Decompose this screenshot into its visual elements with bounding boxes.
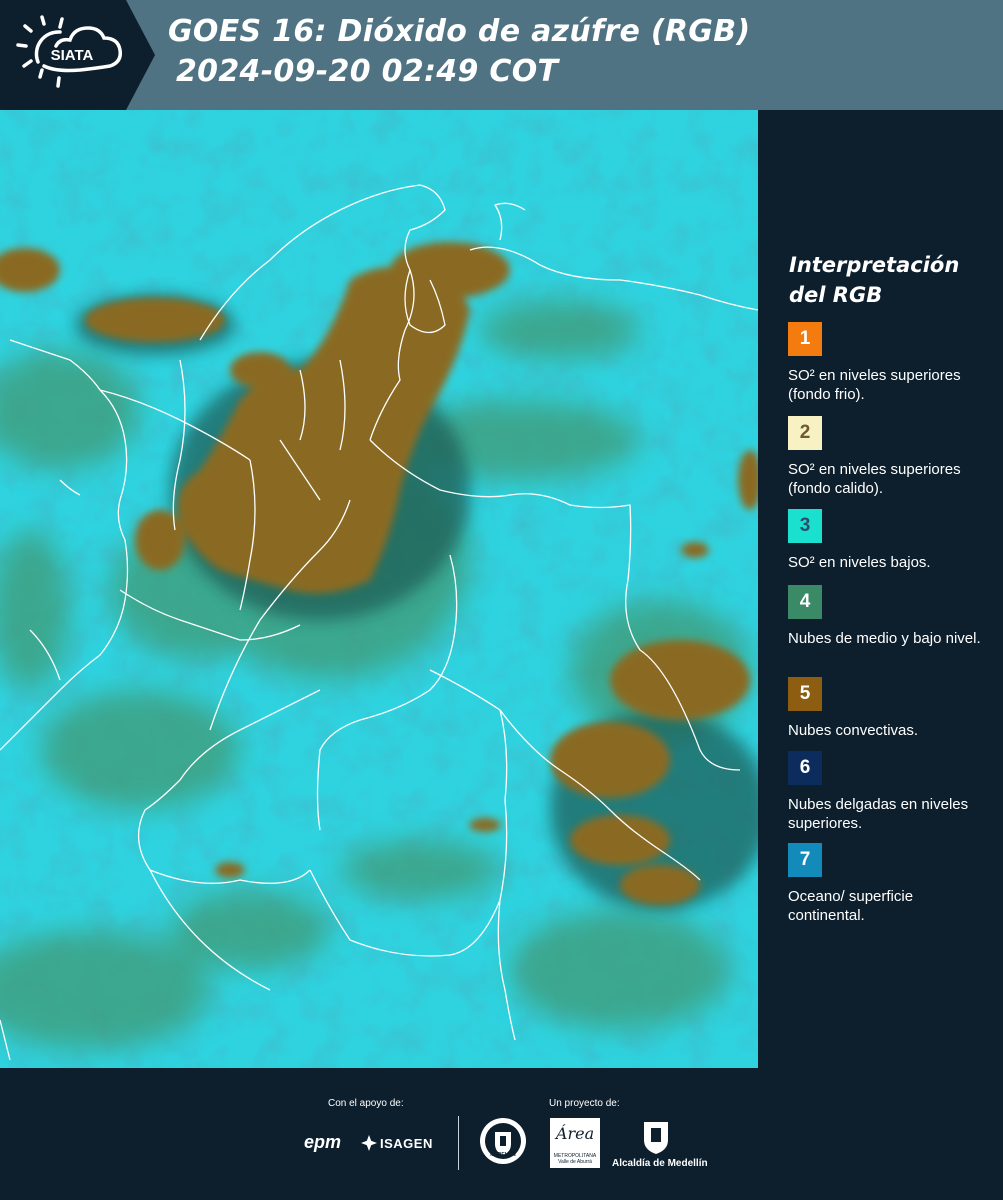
- legend-label: Oceano/ superficie continental.: [788, 888, 914, 924]
- timestamp: 2024-09-20 02:49 COT: [176, 54, 559, 89]
- legend-number: 4: [799, 591, 811, 612]
- legend-number: 3: [799, 515, 811, 536]
- legend-item-3: 3 SO² en niveles bajos.: [788, 509, 993, 572]
- legend-number: 2: [799, 422, 811, 443]
- legend-panel: Interpretación del RGB 1 SO² en niveles …: [758, 110, 1003, 1068]
- area-script-text: Área: [555, 1124, 595, 1143]
- legend-swatch-2: 2: [788, 416, 822, 450]
- logo-wordmark: SIATA: [51, 47, 94, 64]
- legend-item-7: 7 Oceano/ superficie continental.: [788, 843, 993, 925]
- isagen-icon: [361, 1135, 377, 1151]
- legend-label: Nubes de medio y bajo nivel.: [788, 630, 981, 647]
- area-metropolitana-logo: Área METROPOLITANA Valle de Aburrá: [550, 1118, 600, 1168]
- header-bar: SIATA GOES 16: Dióxido de azúfre (RGB) 2…: [0, 0, 1003, 110]
- legend-label: SO² en niveles bajos.: [788, 554, 931, 571]
- legend-label: Nubes convectivas.: [788, 722, 919, 739]
- project-label: Un proyecto de:: [549, 1098, 620, 1109]
- page-title: GOES 16: Dióxido de azúfre (RGB): [168, 14, 751, 49]
- legend-number: 1: [799, 328, 811, 349]
- legend-item-5: 5 Nubes convectivas.: [788, 677, 993, 740]
- area-caption: METROPOLITANA Valle de Aburrá: [553, 1153, 597, 1165]
- footer-divider: [458, 1116, 459, 1170]
- legend-label: SO² en niveles superiores (fondo calido)…: [788, 461, 961, 497]
- epm-logo: epm: [304, 1132, 342, 1152]
- satellite-image: [0, 110, 758, 1068]
- legend-item-1: 1 SO² en niveles superiores (fondo frio)…: [788, 322, 993, 404]
- alcaldia-label: Alcaldía de Medellín: [612, 1158, 708, 1169]
- legend-swatch-4: 4: [788, 585, 822, 619]
- legend-swatch-7: 7: [788, 843, 822, 877]
- legend-swatch-5: 5: [788, 677, 822, 711]
- legend-item-4: 4 Nubes de medio y bajo nivel.: [788, 585, 993, 648]
- legend-number: 7: [799, 849, 811, 870]
- legend-label: Nubes delgadas en niveles superiores.: [788, 796, 969, 832]
- support-label: Con el apoyo de:: [328, 1098, 404, 1109]
- isagen-logo: ISAGEN: [360, 1134, 433, 1152]
- legend-item-2: 2 SO² en niveles superiores (fondo calid…: [788, 416, 993, 498]
- legend-swatch-1: 1: [788, 322, 822, 356]
- medellin-seal: MEDELLÍN: [478, 1116, 528, 1171]
- legend-label: SO² en niveles superiores (fondo frio).: [788, 367, 961, 403]
- seal-text: MEDELLÍN: [490, 1152, 516, 1158]
- siata-logo: SIATA: [0, 0, 155, 110]
- alcaldia-crest: [640, 1118, 672, 1156]
- legend-number: 5: [799, 683, 811, 704]
- legend-swatch-3: 3: [788, 509, 822, 543]
- legend-swatch-6: 6: [788, 751, 822, 785]
- isagen-wordmark: ISAGEN: [380, 1135, 433, 1151]
- legend-number: 6: [799, 757, 811, 778]
- legend-item-6: 6 Nubes delgadas en niveles superiores.: [788, 751, 993, 833]
- legend-title: Interpretación del RGB: [789, 253, 960, 307]
- footer: Con el apoyo de: Un proyecto de: epm ISA…: [0, 1068, 1003, 1200]
